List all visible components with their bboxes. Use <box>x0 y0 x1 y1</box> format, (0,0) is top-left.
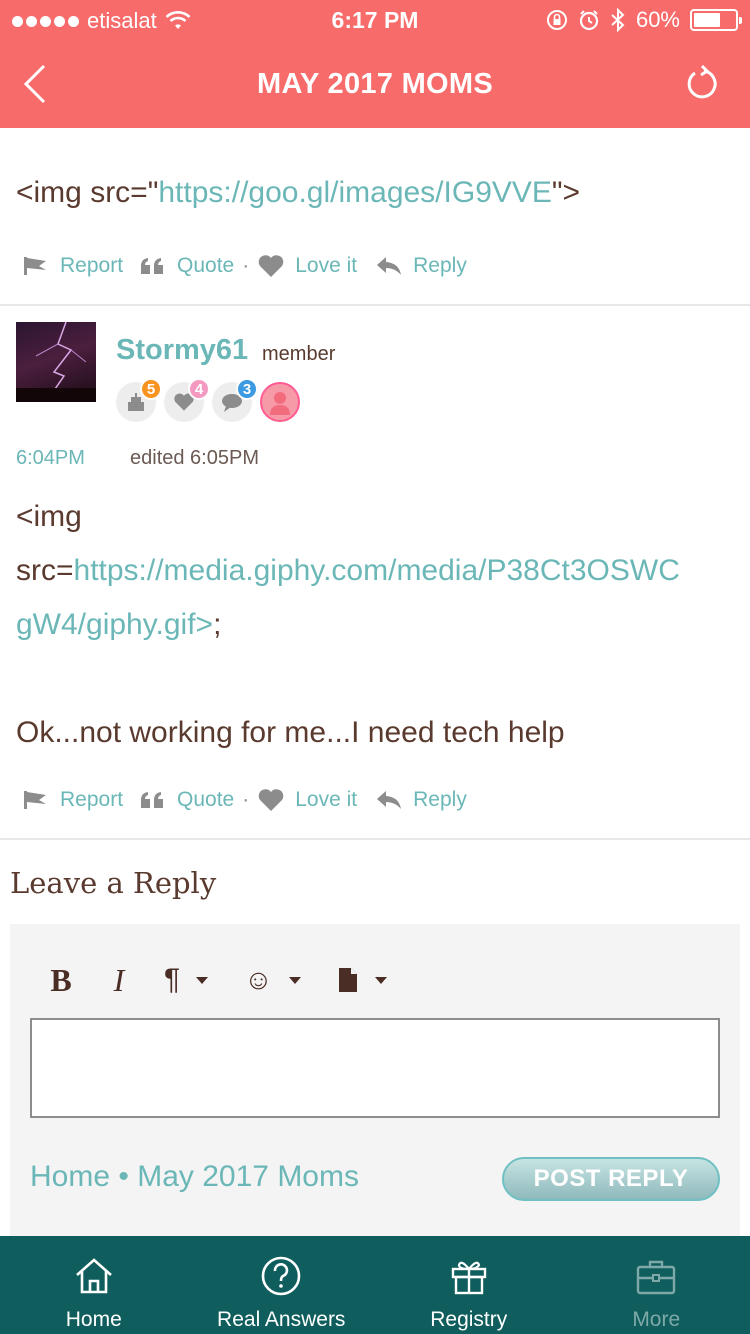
flag-icon <box>24 257 46 275</box>
report-button[interactable]: Report <box>22 788 123 812</box>
paragraph-dropdown[interactable]: ¶ <box>164 962 209 998</box>
chevron-down-icon <box>288 976 301 984</box>
badge-count: 5 <box>140 378 162 400</box>
reply-button[interactable]: Reply <box>375 254 467 278</box>
bluetooth-icon <box>611 8 625 32</box>
post-actions: Report Quote · Love it Reply <box>22 788 467 812</box>
tab-registry[interactable]: Registry <box>375 1236 563 1334</box>
tab-home[interactable]: Home <box>0 1236 188 1334</box>
document-icon <box>338 968 357 992</box>
divider <box>0 838 750 840</box>
person-icon <box>270 392 290 415</box>
love-button[interactable]: Love it <box>257 788 357 812</box>
tab-bar: Home Real Answers Registry More <box>0 1236 750 1334</box>
tab-real-answers[interactable]: Real Answers <box>188 1236 376 1334</box>
breadcrumb-home-link[interactable]: Home <box>30 1160 110 1193</box>
flag-icon <box>24 791 46 809</box>
chevron-down-icon <box>196 976 209 984</box>
heart-icon <box>258 255 284 277</box>
reply-button[interactable]: Reply <box>375 788 467 812</box>
home-icon <box>75 1258 112 1294</box>
badge-count: 3 <box>236 378 258 400</box>
status-bar: etisalat 6:17 PM 60% <box>0 0 750 40</box>
username[interactable]: Stormy61 <box>116 334 248 367</box>
profile-badge[interactable] <box>260 382 300 422</box>
post-link[interactable]: https://media.giphy.com/media/P38Ct3OSWC <box>74 554 680 587</box>
editor-toolbar: B I ¶ ☺ <box>46 962 387 998</box>
chevron-down-icon <box>374 976 387 984</box>
tab-more[interactable]: More <box>563 1236 750 1334</box>
reply-editor: B I ¶ ☺ Home • May 2017 Moms POST REPLY <box>10 924 740 1236</box>
quote-button[interactable]: Quote <box>139 254 234 278</box>
quote-icon <box>141 258 164 274</box>
bold-button[interactable]: B <box>46 962 76 998</box>
post-reply-button[interactable]: POST REPLY <box>502 1157 720 1201</box>
attachment-dropdown[interactable] <box>337 962 387 998</box>
reply-textarea[interactable] <box>30 1018 720 1118</box>
nav-bar: MAY 2017 MOMS <box>0 40 750 128</box>
rotation-lock-icon <box>546 10 567 30</box>
battery-icon <box>690 9 742 31</box>
heart-icon <box>258 789 284 811</box>
reply-heading: Leave a Reply <box>10 866 217 900</box>
breadcrumb-group-link[interactable]: May 2017 Moms <box>137 1160 359 1193</box>
avatar[interactable] <box>16 322 96 402</box>
emoji-dropdown[interactable]: ☺ <box>244 962 301 998</box>
paragraph-icon: ¶ <box>164 963 181 996</box>
reply-arrow-icon <box>377 791 402 809</box>
report-button[interactable]: Report <box>22 254 123 278</box>
badge-count: 4 <box>188 378 210 400</box>
question-icon <box>261 1256 301 1296</box>
gift-icon <box>451 1261 486 1295</box>
app-header: etisalat 6:17 PM 60% MAY 2017 MOMS <box>0 0 750 128</box>
post-actions: Report Quote · Love it Reply <box>22 254 467 278</box>
post-link-continued[interactable]: gW4/giphy.gif> <box>16 608 213 641</box>
alarm-icon <box>579 10 599 31</box>
divider <box>0 304 750 306</box>
post-body: <img src="https://goo.gl/images/IG9VVE"> <box>16 176 581 209</box>
refresh-icon[interactable] <box>682 64 722 104</box>
breadcrumb: Home • May 2017 Moms <box>30 1160 359 1193</box>
post-time: 6:04PM <box>16 447 85 469</box>
heart-badge[interactable]: 4 <box>164 378 210 422</box>
post-body: <img src=https://media.giphy.com/media/P… <box>16 490 736 760</box>
quote-icon <box>141 792 164 808</box>
quote-button[interactable]: Quote <box>139 788 234 812</box>
post-message: Ok...not working for me...I need tech he… <box>16 716 565 749</box>
battery-percent: 60% <box>635 7 680 32</box>
smiley-icon: ☺ <box>244 964 273 995</box>
post-link[interactable]: https://goo.gl/images/IG9VVE <box>158 176 552 209</box>
page-title: MAY 2017 MOMS <box>257 68 493 100</box>
lightning-photo <box>16 322 96 402</box>
love-button[interactable]: Love it <box>257 254 357 278</box>
cake-badge[interactable]: 5 <box>116 378 162 422</box>
user-badges: 5 4 3 <box>116 378 300 422</box>
comment-badge[interactable]: 3 <box>212 378 258 422</box>
briefcase-icon <box>637 1260 676 1295</box>
user-role: member <box>262 343 336 365</box>
edited-time: edited 6:05PM <box>130 447 259 469</box>
reply-arrow-icon <box>377 257 402 275</box>
italic-button[interactable]: I <box>104 962 134 998</box>
